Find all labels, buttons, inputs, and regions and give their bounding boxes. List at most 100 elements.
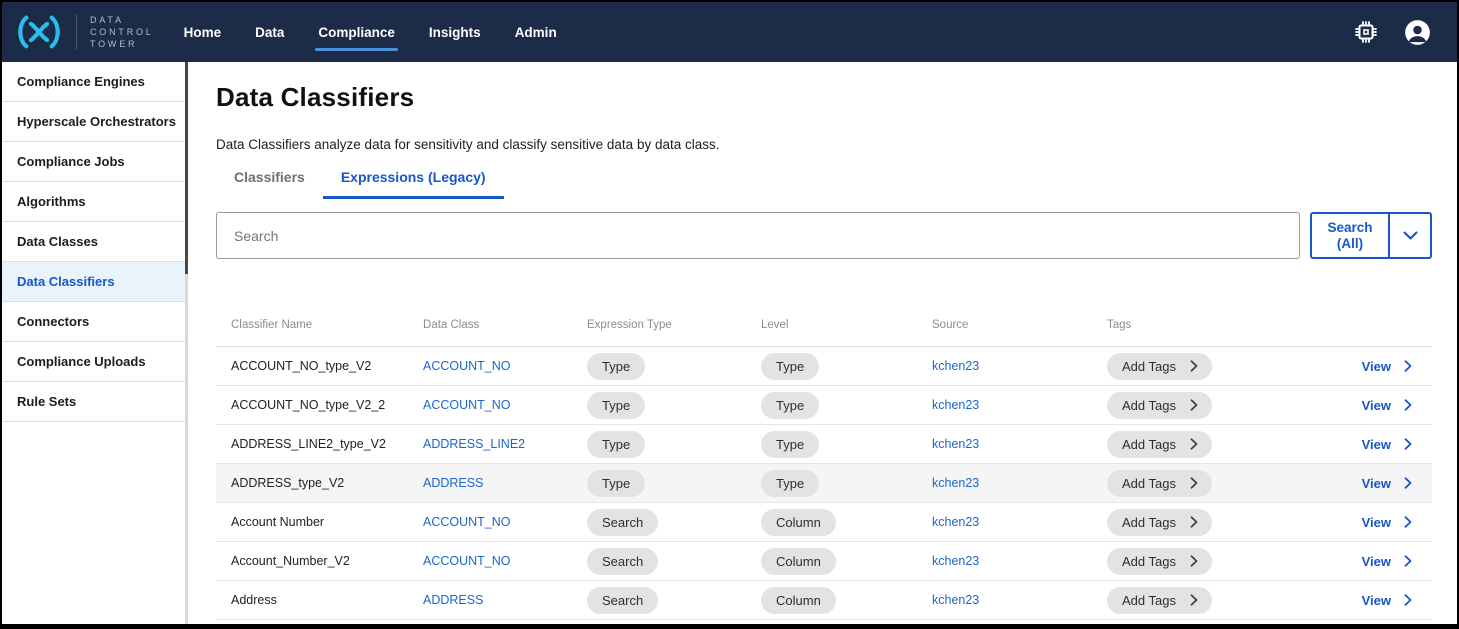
brand-text: DATA CONTROL TOWER	[90, 14, 154, 50]
table-row: Address ADDRESS Search Column kchen23 Ad…	[216, 581, 1432, 620]
source-link[interactable]: kchen23	[932, 398, 979, 412]
search-input[interactable]	[216, 212, 1300, 259]
classifier-name-cell: ACCOUNT_NO_type_V2_2	[216, 398, 423, 412]
add-tags-button[interactable]: Add Tags	[1107, 431, 1212, 458]
data-class-link[interactable]: ADDRESS	[423, 593, 483, 607]
source-link[interactable]: kchen23	[932, 437, 979, 451]
sidebar-item-data-classifiers[interactable]: Data Classifiers	[2, 262, 185, 302]
sidebar-item-rule-sets[interactable]: Rule Sets	[2, 382, 185, 422]
search-bar: Search (All)	[216, 212, 1432, 259]
chevron-right-icon	[1190, 594, 1198, 606]
classifier-name-cell: ACCOUNT_NO_type_V2	[216, 359, 423, 373]
nav-item-insights[interactable]: Insights	[429, 21, 481, 44]
brand-line-2: CONTROL	[90, 26, 154, 38]
source-link[interactable]: kchen23	[932, 359, 979, 373]
search-all-label[interactable]: Search (All)	[1312, 214, 1390, 257]
nav-item-home[interactable]: Home	[184, 21, 222, 44]
level-pill: Type	[761, 431, 819, 458]
level-pill: Column	[761, 548, 836, 575]
classifier-name-cell: ADDRESS_type_V2	[216, 476, 423, 490]
page-title: Data Classifiers	[216, 82, 1432, 113]
chevron-right-icon	[1404, 477, 1412, 489]
data-class-link[interactable]: ACCOUNT_NO	[423, 515, 511, 529]
add-tags-button[interactable]: Add Tags	[1107, 587, 1212, 614]
sidebar-item-compliance-jobs[interactable]: Compliance Jobs	[2, 142, 185, 182]
column-header-data-class: Data Class	[423, 319, 587, 331]
data-class-link[interactable]: ACCOUNT_NO	[423, 398, 511, 412]
nav-item-compliance[interactable]: Compliance	[318, 21, 395, 44]
tab-expressions-legacy-[interactable]: Expressions (Legacy)	[323, 169, 504, 199]
expression-type-pill: Search	[587, 587, 658, 614]
add-tags-button[interactable]: Add Tags	[1107, 548, 1212, 575]
add-tags-button[interactable]: Add Tags	[1107, 392, 1212, 419]
table-row: Account_Number_V2 ACCOUNT_NO Search Colu…	[216, 542, 1432, 581]
expression-type-pill: Type	[587, 470, 645, 497]
level-pill: Column	[761, 509, 836, 536]
view-link[interactable]: View	[1362, 437, 1412, 452]
table-row: ADDRESS_type_V2 ADDRESS Type Type kchen2…	[216, 464, 1432, 503]
column-header-classifier-name: Classifier Name	[216, 319, 423, 331]
classifier-name-cell: Address	[216, 593, 423, 607]
sidebar-scrollbar-thumb[interactable]	[185, 62, 188, 274]
add-tags-button[interactable]: Add Tags	[1107, 470, 1212, 497]
sidebar-scrollbar-track[interactable]	[185, 62, 188, 624]
source-link[interactable]: kchen23	[932, 593, 979, 607]
column-header-source: Source	[932, 319, 1107, 331]
level-pill: Type	[761, 470, 819, 497]
sidebar-item-hyperscale-orchestrators[interactable]: Hyperscale Orchestrators	[2, 102, 185, 142]
source-link[interactable]: kchen23	[932, 554, 979, 568]
chevron-right-icon	[1404, 555, 1412, 567]
search-options-dropdown[interactable]	[1390, 214, 1430, 257]
chevron-right-icon	[1404, 516, 1412, 528]
view-link[interactable]: View	[1362, 515, 1412, 530]
sidebar-item-connectors[interactable]: Connectors	[2, 302, 185, 342]
sidebar: Compliance Engines Hyperscale Orchestrat…	[2, 62, 185, 624]
chevron-right-icon	[1404, 438, 1412, 450]
classifiers-table: Classifier NameData ClassExpression Type…	[216, 304, 1432, 620]
column-header-expression-type: Expression Type	[587, 319, 761, 331]
page-description: Data Classifiers analyze data for sensit…	[216, 137, 1432, 152]
data-class-link[interactable]: ACCOUNT_NO	[423, 359, 511, 373]
level-pill: Type	[761, 392, 819, 419]
chevron-right-icon	[1190, 438, 1198, 450]
column-header-level: Level	[761, 319, 932, 331]
view-link[interactable]: View	[1362, 359, 1412, 374]
classifier-name-cell: ADDRESS_LINE2_type_V2	[216, 437, 423, 451]
source-link[interactable]: kchen23	[932, 515, 979, 529]
sidebar-item-data-classes[interactable]: Data Classes	[2, 222, 185, 262]
tab-bar: Classifiers Expressions (Legacy)	[216, 169, 1432, 199]
add-tags-button[interactable]: Add Tags	[1107, 509, 1212, 536]
brand-line-1: DATA	[90, 14, 154, 26]
view-link[interactable]: View	[1362, 398, 1412, 413]
brand: DATA CONTROL TOWER	[12, 11, 154, 53]
brand-line-3: TOWER	[90, 38, 154, 50]
view-link[interactable]: View	[1362, 554, 1412, 569]
table-row: ACCOUNT_NO_type_V2_2 ACCOUNT_NO Type Typ…	[216, 386, 1432, 425]
nav-item-admin[interactable]: Admin	[515, 21, 557, 44]
expression-type-pill: Search	[587, 509, 658, 536]
sidebar-item-compliance-engines[interactable]: Compliance Engines	[2, 62, 185, 102]
chip-icon[interactable]	[1354, 20, 1378, 44]
view-link[interactable]: View	[1362, 593, 1412, 608]
sidebar-item-compliance-uploads[interactable]: Compliance Uploads	[2, 342, 185, 382]
data-class-link[interactable]: ADDRESS_LINE2	[423, 437, 525, 451]
data-class-link[interactable]: ADDRESS	[423, 476, 483, 490]
data-class-link[interactable]: ACCOUNT_NO	[423, 554, 511, 568]
expression-type-pill: Type	[587, 431, 645, 458]
top-navbar: DATA CONTROL TOWER Home Data Compliance …	[2, 2, 1457, 62]
search-all-button[interactable]: Search (All)	[1310, 212, 1432, 259]
view-link[interactable]: View	[1362, 476, 1412, 491]
navbar-actions	[1354, 19, 1431, 46]
chevron-right-icon	[1190, 516, 1198, 528]
sidebar-item-algorithms[interactable]: Algorithms	[2, 182, 185, 222]
add-tags-button[interactable]: Add Tags	[1107, 353, 1212, 380]
source-link[interactable]: kchen23	[932, 476, 979, 490]
main-content: Data Classifiers Data Classifiers analyz…	[185, 62, 1457, 624]
nav-item-data[interactable]: Data	[255, 21, 284, 44]
account-icon[interactable]	[1404, 19, 1431, 46]
main-nav: Home Data Compliance Insights Admin	[184, 21, 557, 44]
expression-type-pill: Type	[587, 353, 645, 380]
level-pill: Type	[761, 353, 819, 380]
table-header-row: Classifier NameData ClassExpression Type…	[216, 304, 1432, 347]
tab-classifiers[interactable]: Classifiers	[216, 169, 323, 199]
